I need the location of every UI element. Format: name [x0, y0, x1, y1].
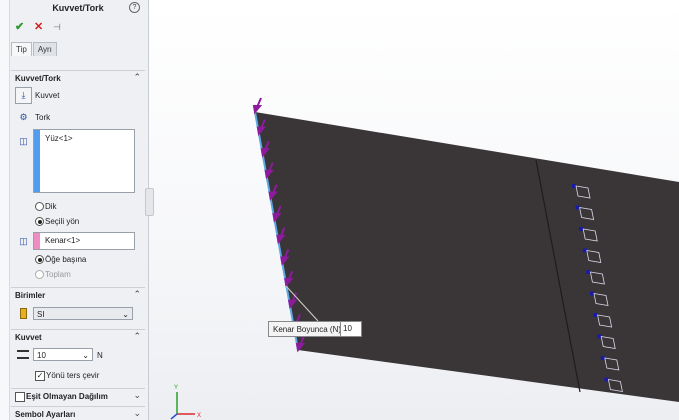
force-icon[interactable]: ⤓: [15, 87, 32, 104]
tab-tip[interactable]: Tip: [11, 42, 32, 56]
face-select-icon: ◫: [15, 133, 32, 150]
tab-ayri[interactable]: Ayrı: [32, 42, 57, 56]
edge-force-callout: Kenar Boyunca (N): 10: [268, 321, 362, 337]
units-dropdown[interactable]: SI ⌄: [33, 307, 133, 320]
per-item-radio[interactable]: [35, 255, 44, 264]
ok-button[interactable]: ✔: [15, 21, 24, 33]
units-value: SI: [37, 310, 45, 319]
nonuniform-checkbox[interactable]: [15, 392, 25, 402]
per-item-label: Öğe başına: [45, 255, 87, 264]
force-torque-section: Kuvvet/Tork ⌃ ⤓ Kuvvet ⚙ Tork ◫ Yüz<1> D…: [11, 70, 145, 286]
panel-tabs: Tip Ayrı: [11, 42, 58, 56]
force-option-label[interactable]: Kuvvet: [35, 91, 59, 100]
property-manager: Kuvvet/Tork ? ✔ ✕ ⊣ Tip Ayrı Kuvvet/Tork…: [0, 0, 149, 420]
force-value: 10: [37, 351, 46, 360]
force-value-icon: [17, 350, 29, 359]
reverse-direction-checkbox[interactable]: ✓: [35, 371, 45, 381]
edge-selection-box[interactable]: Kenar<1>: [33, 232, 135, 250]
total-radio[interactable]: [35, 270, 44, 279]
pin-button[interactable]: ⊣: [53, 21, 61, 33]
triad-x-label: X: [197, 413, 201, 419]
symbol-settings-section: Sembol Ayarları ⌄: [11, 406, 145, 420]
chevron-up-icon[interactable]: ⌃: [133, 72, 141, 83]
plate-face[interactable]: [255, 112, 679, 402]
chevron-down-icon[interactable]: ⌄: [133, 408, 141, 419]
section-header-force-torque[interactable]: Kuvvet/Tork: [15, 74, 61, 83]
panel-title: Kuvvet/Tork: [52, 3, 104, 13]
torque-option-label[interactable]: Tork: [35, 113, 50, 122]
units-icon: [20, 308, 27, 319]
direction-normal-label: Dik: [45, 202, 57, 211]
face-color-stripe: [34, 130, 40, 192]
force-value-section: Kuvvet ⌃ 10 ⌄ N ✓ Yönü ters çevir: [11, 329, 145, 387]
edge-color-stripe: [34, 233, 40, 249]
reverse-direction-label: Yönü ters çevir: [46, 371, 100, 380]
force-arrow: [252, 97, 263, 115]
edge-selection-item[interactable]: Kenar<1>: [45, 236, 80, 245]
section-header-force[interactable]: Kuvvet: [15, 333, 42, 342]
torque-icon[interactable]: ⚙: [15, 109, 32, 126]
force-unit-label: N: [97, 351, 103, 360]
nonuniform-label[interactable]: Eşit Olmayan Dağılım: [26, 392, 108, 401]
cancel-button[interactable]: ✕: [34, 21, 43, 33]
chevron-down-icon: ⌄: [122, 310, 129, 319]
chevron-up-icon[interactable]: ⌃: [133, 331, 141, 342]
model-view[interactable]: [148, 0, 679, 420]
face-selection-item[interactable]: Yüz<1>: [45, 134, 73, 143]
chevron-up-icon[interactable]: ⌃: [133, 289, 141, 300]
edge-select-icon: ◫: [15, 233, 32, 250]
direction-selected-radio[interactable]: [35, 217, 44, 226]
graphics-viewport[interactable]: [148, 0, 679, 420]
axis-triad: Y X: [170, 385, 201, 420]
triad-y-label: Y: [174, 385, 178, 391]
total-label: Toplam: [45, 270, 71, 279]
nonuniform-section: Eşit Olmayan Dağılım ⌄: [11, 388, 145, 405]
direction-selected-label: Seçili yön: [45, 217, 80, 226]
chevron-down-icon[interactable]: ⌄: [133, 390, 141, 401]
face-selection-box[interactable]: Yüz<1>: [33, 129, 135, 193]
force-value-input[interactable]: 10 ⌄: [33, 348, 93, 361]
callout-value-field[interactable]: 10: [340, 322, 361, 336]
chevron-down-icon[interactable]: ⌄: [82, 349, 89, 362]
help-icon[interactable]: ?: [129, 2, 140, 13]
panel-collapse-handle[interactable]: [145, 188, 154, 216]
direction-normal-radio[interactable]: [35, 202, 44, 211]
callout-label: Kenar Boyunca (N):: [273, 325, 344, 334]
units-section: Birimler ⌃ SI ⌄: [11, 287, 145, 328]
section-header-symbol-settings[interactable]: Sembol Ayarları: [15, 410, 75, 419]
section-header-units[interactable]: Birimler: [15, 291, 45, 300]
